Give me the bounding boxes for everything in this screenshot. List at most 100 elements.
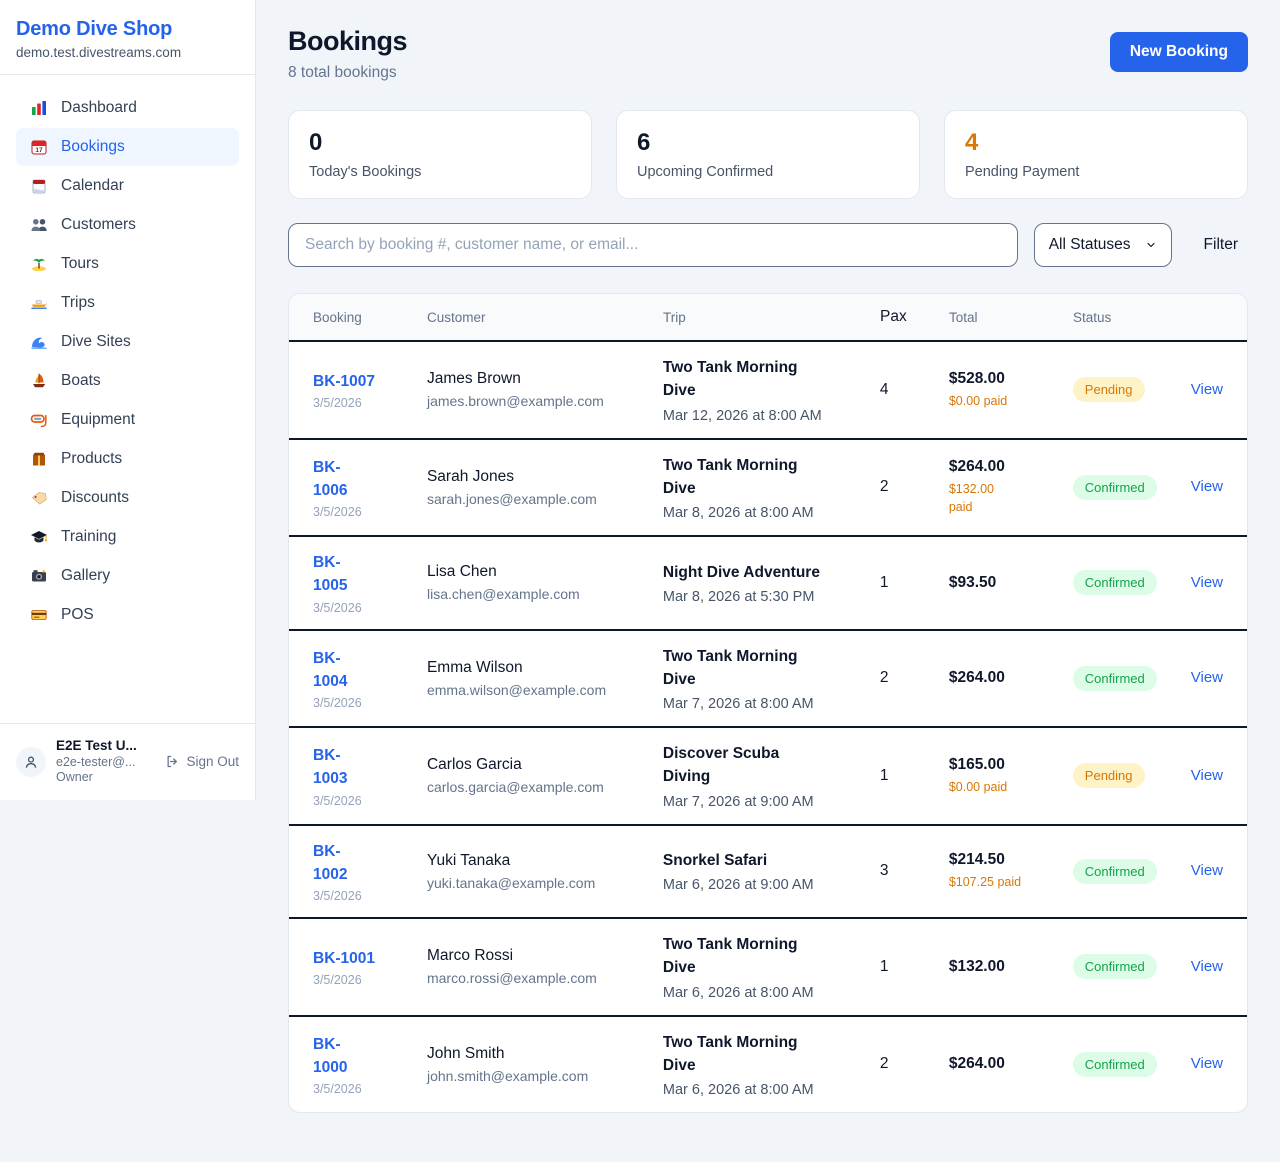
view-link[interactable]: View	[1191, 574, 1223, 591]
view-link[interactable]: View	[1191, 1055, 1223, 1072]
sidebar-item-equipment[interactable]: Equipment	[16, 401, 239, 439]
booking-date: 3/5/2026	[313, 696, 419, 710]
total-amount: $214.50	[949, 851, 1065, 869]
sidebar-item-dive-sites[interactable]: Dive Sites	[16, 323, 239, 361]
shop-domain: demo.test.divestreams.com	[16, 45, 239, 60]
sidebar-item-label: Customers	[61, 216, 136, 234]
calendar-icon	[30, 177, 48, 195]
table-row: BK- 1000 3/5/2026 John Smith john.smith@…	[289, 1017, 1247, 1113]
stat-label: Pending Payment	[965, 164, 1227, 180]
sidebar-item-discounts[interactable]: Discounts	[16, 479, 239, 517]
products-box-icon	[30, 450, 48, 468]
main-content: Bookings 8 total bookings New Booking 0 …	[256, 0, 1280, 1139]
bookings-calendar-icon: 17	[30, 138, 48, 156]
sidebar-item-label: Products	[61, 450, 122, 468]
view-link[interactable]: View	[1191, 767, 1223, 784]
view-link[interactable]: View	[1191, 381, 1223, 398]
customer-name: Emma Wilson	[427, 659, 655, 677]
total-amount: $93.50	[949, 574, 1065, 592]
booking-number-link[interactable]: BK-1007	[313, 370, 419, 393]
customer-email: carlos.garcia@example.com	[427, 779, 655, 795]
total-amount: $132.00	[949, 958, 1065, 976]
sidebar-item-label: Dashboard	[61, 99, 137, 117]
booking-number-link[interactable]: BK- 1000	[313, 1033, 419, 1080]
booking-date: 3/5/2026	[313, 1082, 419, 1096]
pax-count: 2	[880, 478, 949, 496]
filter-button[interactable]: Filter	[1204, 236, 1238, 254]
status-badge: Confirmed	[1073, 859, 1157, 884]
table-header: Booking Customer Trip Pax Total Status	[289, 294, 1247, 342]
table-row: BK- 1004 3/5/2026 Emma Wilson emma.wilso…	[289, 631, 1247, 729]
sidebar-item-gallery[interactable]: Gallery	[16, 557, 239, 595]
trip-name: Two Tank Morning Dive	[663, 933, 872, 980]
sidebar-item-tours[interactable]: Tours	[16, 245, 239, 283]
sidebar-item-products[interactable]: Products	[16, 440, 239, 478]
view-link[interactable]: View	[1191, 669, 1223, 686]
svg-text:17: 17	[35, 147, 43, 154]
view-link[interactable]: View	[1191, 478, 1223, 495]
booking-number-link[interactable]: BK- 1003	[313, 744, 419, 791]
customer-name: Yuki Tanaka	[427, 852, 655, 870]
booking-number-link[interactable]: BK- 1006	[313, 456, 419, 503]
column-header-total: Total	[949, 310, 1073, 325]
stat-label: Today's Bookings	[309, 164, 571, 180]
booking-number-link[interactable]: BK- 1002	[313, 840, 419, 887]
view-link[interactable]: View	[1191, 862, 1223, 879]
new-booking-button[interactable]: New Booking	[1110, 32, 1248, 72]
discounts-tag-icon	[30, 489, 48, 507]
column-header-status: Status	[1073, 310, 1191, 325]
trip-name: Two Tank Morning Dive	[663, 356, 872, 403]
customer-email: lisa.chen@example.com	[427, 586, 655, 602]
sidebar-item-bookings[interactable]: 17 Bookings	[16, 128, 239, 166]
sign-out-button[interactable]: Sign Out	[165, 754, 239, 769]
status-badge: Pending	[1073, 377, 1145, 402]
status-select[interactable]: All Statuses	[1034, 223, 1172, 267]
sidebar-item-customers[interactable]: Customers	[16, 206, 239, 244]
paid-amount: $107.25 paid	[949, 874, 1065, 892]
total-amount: $264.00	[949, 458, 1065, 476]
stat-value: 4	[965, 129, 1227, 157]
sidebar-item-label: Calendar	[61, 177, 124, 195]
sidebar-item-boats[interactable]: Boats	[16, 362, 239, 400]
column-header-booking: Booking	[313, 310, 427, 325]
customer-name: Sarah Jones	[427, 468, 655, 486]
customer-name: James Brown	[427, 370, 655, 388]
stats-row: 0 Today's Bookings 6 Upcoming Confirmed …	[288, 110, 1248, 199]
filter-row: All Statuses Filter	[288, 223, 1248, 267]
trip-name: Two Tank Morning Dive	[663, 454, 872, 501]
booking-number-link[interactable]: BK- 1004	[313, 647, 419, 694]
status-select-value: All Statuses	[1049, 236, 1131, 254]
shop-name: Demo Dive Shop	[16, 18, 239, 41]
paid-amount: $0.00 paid	[949, 393, 1065, 411]
sidebar-item-label: Gallery	[61, 567, 110, 585]
boats-sailboat-icon	[30, 372, 48, 390]
sidebar-item-dashboard[interactable]: Dashboard	[16, 89, 239, 127]
view-link[interactable]: View	[1191, 958, 1223, 975]
booking-date: 3/5/2026	[313, 396, 419, 410]
user-info: E2E Test U... e2e-tester@... Owner	[56, 738, 155, 786]
status-badge: Confirmed	[1073, 666, 1157, 691]
sidebar-item-training[interactable]: Training	[16, 518, 239, 556]
page-header: Bookings 8 total bookings New Booking	[288, 26, 1248, 82]
sidebar-item-label: Training	[61, 528, 116, 546]
chevron-down-icon	[1145, 239, 1157, 251]
paid-amount: $132.00 paid	[949, 481, 1065, 516]
sidebar-item-calendar[interactable]: Calendar	[16, 167, 239, 205]
stat-card-pending-payment: 4 Pending Payment	[944, 110, 1248, 199]
booking-number-link[interactable]: BK-1001	[313, 947, 419, 970]
stat-value: 6	[637, 129, 899, 157]
customer-email: sarah.jones@example.com	[427, 491, 655, 507]
column-header-pax: Pax	[880, 308, 949, 326]
stat-label: Upcoming Confirmed	[637, 164, 899, 180]
status-badge: Confirmed	[1073, 1052, 1157, 1077]
customer-name: Lisa Chen	[427, 563, 655, 581]
table-row: BK- 1003 3/5/2026 Carlos Garcia carlos.g…	[289, 728, 1247, 826]
sidebar-item-pos[interactable]: POS	[16, 596, 239, 634]
sidebar-item-trips[interactable]: Trips	[16, 284, 239, 322]
trip-time: Mar 6, 2026 at 8:00 AM	[663, 985, 872, 1001]
customer-email: marco.rossi@example.com	[427, 970, 655, 986]
search-input[interactable]	[288, 223, 1018, 267]
table-row: BK- 1006 3/5/2026 Sarah Jones sarah.jone…	[289, 440, 1247, 538]
table-row: BK- 1002 3/5/2026 Yuki Tanaka yuki.tanak…	[289, 826, 1247, 920]
booking-number-link[interactable]: BK- 1005	[313, 551, 419, 598]
